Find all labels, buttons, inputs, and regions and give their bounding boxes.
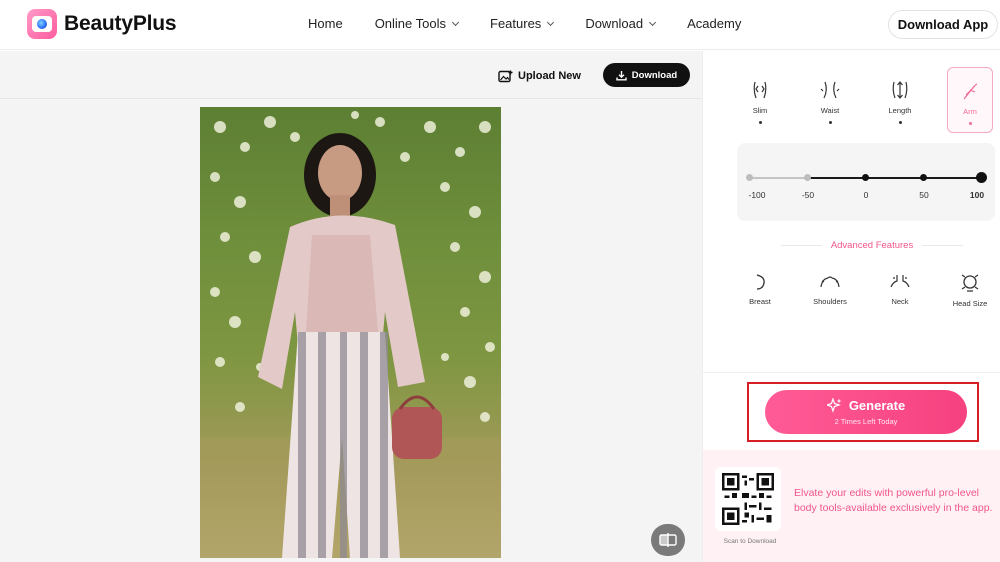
slider-tick-label: 100 xyxy=(969,190,985,200)
intensity-slider[interactable]: -100 -50 0 50 100 xyxy=(737,143,995,221)
compare-icon xyxy=(659,533,677,547)
nav-home[interactable]: Home xyxy=(308,16,343,31)
generate-highlight: Generate 2 Times Left Today xyxy=(747,382,979,442)
tool-length[interactable]: Length xyxy=(877,67,923,133)
upload-new-label: Upload New xyxy=(518,70,581,82)
slider-tick-label: -50 xyxy=(801,190,815,200)
tool-arm[interactable]: Arm xyxy=(947,67,993,133)
advanced-title: Advanced Features xyxy=(830,240,914,251)
tool-shoulders[interactable]: Shoulders xyxy=(800,273,860,306)
slider-thumb[interactable] xyxy=(976,172,987,183)
qr-code-icon xyxy=(722,473,774,525)
tool-waist[interactable]: Waist xyxy=(807,67,853,133)
tool-indicator xyxy=(898,121,902,124)
download-label: Download xyxy=(631,69,678,81)
generate-button[interactable]: Generate 2 Times Left Today xyxy=(765,390,967,434)
image-upload-icon xyxy=(498,70,513,82)
promo-text: Elvate your edits with powerful pro-leve… xyxy=(794,487,993,514)
tool-indicator xyxy=(828,121,832,124)
tool-breast[interactable]: Breast xyxy=(730,273,790,306)
nav-academy[interactable]: Academy xyxy=(687,16,741,31)
chevron-down-icon xyxy=(451,18,460,26)
generate-remaining: 2 Times Left Today xyxy=(834,417,898,426)
breast-icon xyxy=(756,274,765,290)
tool-label: Breast xyxy=(749,297,771,306)
tool-label: Arm xyxy=(963,107,977,116)
tool-label: Length xyxy=(888,106,912,115)
length-icon xyxy=(892,81,908,99)
panel-divider xyxy=(703,372,1000,373)
nav-download[interactable]: Download xyxy=(585,16,657,31)
tool-label: Head Size xyxy=(952,299,988,308)
toolbar-divider xyxy=(0,98,702,99)
waist-icon xyxy=(820,81,840,99)
tool-label: Neck xyxy=(891,297,909,306)
slider-stop[interactable] xyxy=(804,174,811,181)
chevron-down-icon xyxy=(547,18,555,26)
chevron-down-icon xyxy=(649,18,657,26)
brand-name[interactable]: BeautyPlus xyxy=(64,12,177,36)
app-promo-banner: Scan to Download Elvate your edits with … xyxy=(703,450,1000,562)
download-button[interactable]: Download xyxy=(603,63,690,87)
sparkle-icon xyxy=(826,398,842,413)
editor-canvas: Upload New Download xyxy=(0,51,702,562)
nav-online-tools[interactable]: Online Tools xyxy=(375,16,460,31)
generate-label: Generate xyxy=(848,398,906,413)
photo-preview-image xyxy=(200,111,501,558)
nav-features[interactable]: Features xyxy=(490,16,555,31)
upload-new-button[interactable]: Upload New xyxy=(498,66,581,86)
slider-tick-label: -100 xyxy=(748,190,766,200)
tools-panel: Slim Waist Length Arm -100 -50 0 50 100 … xyxy=(702,51,1000,562)
tool-indicator xyxy=(758,121,762,124)
arm-icon xyxy=(963,83,978,100)
slider-tick-label: 0 xyxy=(863,190,869,200)
shoulders-icon xyxy=(820,276,840,288)
slider-stop[interactable] xyxy=(862,174,869,181)
tool-neck[interactable]: Neck xyxy=(870,273,930,306)
tool-label: Waist xyxy=(820,106,840,115)
camera-logo-icon[interactable] xyxy=(27,9,57,39)
tool-head-size[interactable]: Head Size xyxy=(940,273,1000,308)
qr-code xyxy=(715,467,781,531)
main-nav: Home Online Tools Features Download Acad… xyxy=(308,16,773,31)
tool-label: Shoulders xyxy=(813,297,847,306)
slim-icon xyxy=(753,81,767,99)
tool-indicator xyxy=(968,122,972,125)
advanced-tools: Breast Shoulders Neck Head Size xyxy=(703,273,1000,313)
slider-tick-label: 50 xyxy=(919,190,929,200)
slider-stop[interactable] xyxy=(746,174,753,181)
compare-toggle-button[interactable] xyxy=(651,524,685,556)
neck-icon xyxy=(890,275,910,288)
advanced-features-heading: Advanced Features xyxy=(781,240,964,251)
slider-stop[interactable] xyxy=(920,174,927,181)
download-app-button[interactable]: Download App xyxy=(888,10,998,39)
top-header: BeautyPlus Home Online Tools Features Do… xyxy=(0,0,1000,50)
edited-photo[interactable] xyxy=(200,107,501,558)
tool-label: Slim xyxy=(752,106,768,115)
head-size-icon xyxy=(961,274,979,292)
tool-slim[interactable]: Slim xyxy=(737,67,783,133)
qr-caption: Scan to Download xyxy=(723,538,777,545)
body-tools: Slim Waist Length Arm xyxy=(725,67,995,133)
download-icon xyxy=(616,70,627,80)
